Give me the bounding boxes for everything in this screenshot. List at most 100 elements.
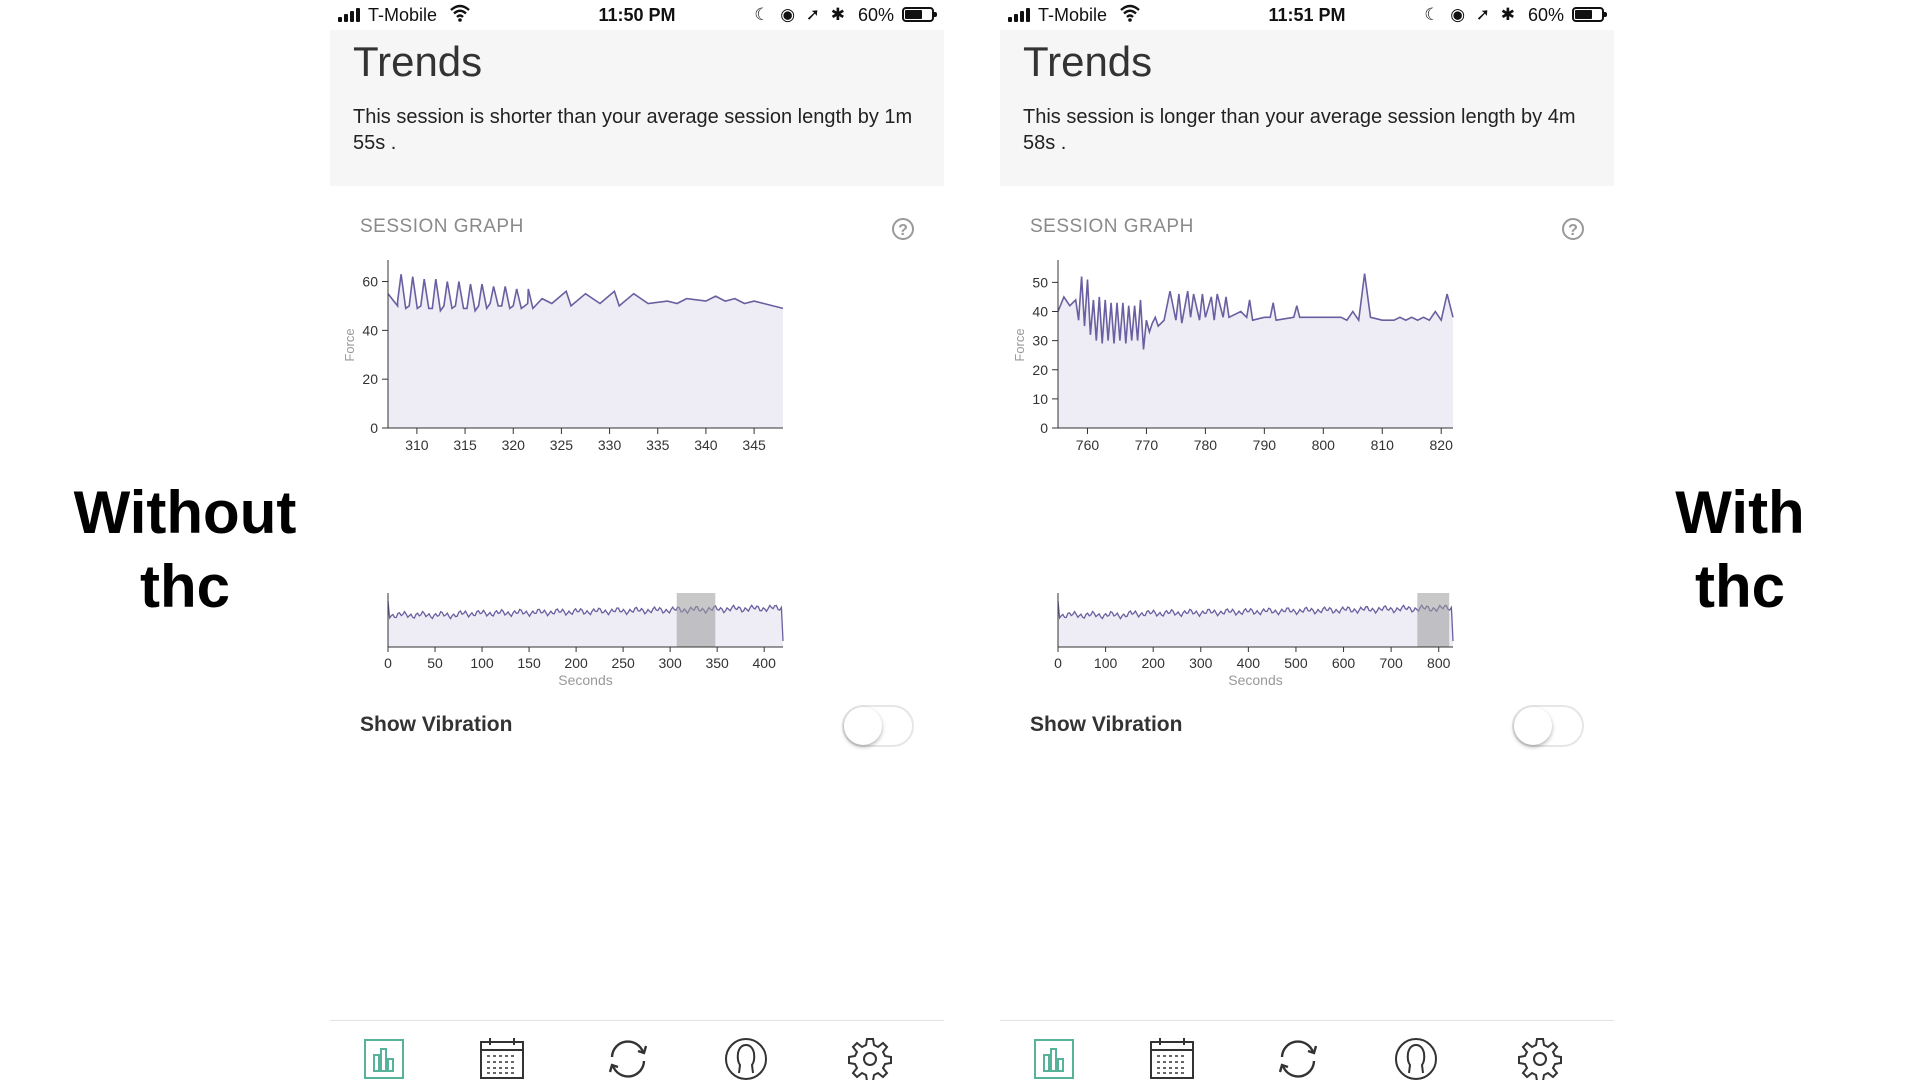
x-tick-label: 310 <box>405 437 429 453</box>
label-without-line2: thc <box>140 553 230 620</box>
label-without-line1: Without <box>73 479 297 546</box>
show-vibration-label: Show Vibration <box>360 713 513 736</box>
nav-x-tick-label: 100 <box>1094 655 1118 671</box>
nav-x-tick-label: 300 <box>1189 655 1213 671</box>
calendar-icon <box>1150 1038 1194 1079</box>
selection-window <box>676 593 716 647</box>
tab-settings[interactable] <box>846 1035 894 1080</box>
x-tick-label: 800 <box>1312 437 1336 453</box>
battery-icon <box>1572 7 1607 22</box>
nav-x-tick-label: 0 <box>1054 655 1062 671</box>
tab-trends[interactable] <box>360 1035 408 1080</box>
nav-x-tick-label: 50 <box>427 655 443 671</box>
session-comparison-text: This session is longer than your average… <box>1023 106 1576 154</box>
label-with-thc: With thc <box>1620 476 1860 624</box>
y-tick-label: 40 <box>1032 304 1048 320</box>
y-axis-label: Force <box>1012 328 1027 361</box>
battery-percent: 60% <box>857 5 894 25</box>
nav-x-tick-label: 200 <box>1142 655 1166 671</box>
show-vibration-toggle[interactable] <box>842 705 914 747</box>
nav-x-tick-label: 200 <box>564 655 588 671</box>
overview-area <box>1058 601 1453 647</box>
x-tick-label: 810 <box>1371 437 1395 453</box>
tab-sync[interactable] <box>1274 1035 1322 1080</box>
session-navigator[interactable]: 0 50 100 150 200 250 300 350 400 Seconds <box>330 585 944 695</box>
section-title: SESSION GRAPH <box>1030 216 1194 237</box>
tab-trends[interactable] <box>1030 1035 1078 1080</box>
nav-x-tick-label: 350 <box>705 655 729 671</box>
phone-screenshot-with: T-Mobile 11:51 PM ☾ ◉ ➚ ✱ 60% Trends Thi… <box>1000 0 1614 1080</box>
help-icon[interactable]: ? <box>892 218 914 240</box>
nav-x-tick-label: 150 <box>517 655 541 671</box>
x-tick-label: 345 <box>742 437 766 453</box>
status-time: 11:51 PM <box>1268 5 1346 25</box>
y-tick-label: 40 <box>362 322 378 338</box>
y-tick-label: 50 <box>1032 274 1048 290</box>
x-tick-label: 315 <box>453 437 477 453</box>
label-without-thc: Without thc <box>60 476 310 624</box>
status-bar: T-Mobile 11:51 PM ☾ ◉ ➚ ✱ 60% <box>1000 0 1614 30</box>
page-title: Trends <box>353 38 483 85</box>
toggle-knob <box>844 707 882 745</box>
x-tick-label: 320 <box>502 437 526 453</box>
nav-x-tick-label: 500 <box>1284 655 1308 671</box>
nav-x-tick-label: 700 <box>1379 655 1403 671</box>
battery-icon <box>902 7 937 22</box>
force-area <box>388 274 783 428</box>
y-tick-label: 60 <box>362 274 378 290</box>
status-bar: T-Mobile 11:50 PM ☾ ◉ ➚ ✱ 60% <box>330 0 944 30</box>
sync-icon <box>1278 1040 1318 1078</box>
show-vibration-toggle[interactable] <box>1512 705 1584 747</box>
x-tick-label: 325 <box>550 437 574 453</box>
y-tick-label: 30 <box>1032 333 1048 349</box>
status-icons: ☾ ◉ ➚ ✱ <box>754 5 848 24</box>
trends-header: Trends This session is longer than your … <box>1000 30 1614 186</box>
nav-x-tick-label: 250 <box>611 655 635 671</box>
y-tick-label: 0 <box>370 420 378 436</box>
tab-settings[interactable] <box>1516 1035 1564 1080</box>
session-graph[interactable]: 0 20 40 60 310 315 320 325 330 335 340 345 Force <box>330 250 944 570</box>
nav-x-tick-label: 300 <box>658 655 682 671</box>
toggle-knob <box>1514 707 1552 745</box>
session-navigator[interactable]: 0 100 200 300 400 500 600 700 800 Seconds <box>1000 585 1614 695</box>
y-tick-label: 10 <box>1032 391 1048 407</box>
bar-chart-icon <box>1034 1039 1074 1079</box>
status-time: 11:50 PM <box>598 5 676 25</box>
help-icon[interactable]: ? <box>1562 218 1584 240</box>
label-with-line1: With <box>1675 479 1805 546</box>
label-with-line2: thc <box>1695 553 1785 620</box>
page-title: Trends <box>1023 38 1153 85</box>
tab-calendar[interactable] <box>478 1035 526 1080</box>
battery-percent: 60% <box>1527 5 1564 25</box>
nav-x-tick-label: 0 <box>384 655 392 671</box>
force-area <box>1058 273 1453 428</box>
nav-x-axis-label: Seconds <box>558 672 612 688</box>
tab-sync[interactable] <box>604 1035 652 1080</box>
x-tick-label: 760 <box>1076 437 1100 453</box>
phone-screenshot-without: T-Mobile 11:50 PM ☾ ◉ ➚ ✱ 60% Trends Thi… <box>330 0 944 1080</box>
session-graph[interactable]: 0 10 20 30 40 50 760 770 780 790 800 810 820 Force <box>1000 250 1614 570</box>
y-tick-label: 20 <box>362 371 378 387</box>
nav-x-tick-label: 400 <box>1237 655 1261 671</box>
selection-window <box>1417 593 1450 647</box>
bar-chart-icon <box>364 1039 404 1079</box>
nav-x-tick-label: 800 <box>1427 655 1451 671</box>
x-tick-label: 340 <box>694 437 718 453</box>
x-tick-label: 335 <box>646 437 670 453</box>
status-icons: ☾ ◉ ➚ ✱ <box>1424 5 1518 24</box>
gear-icon <box>1518 1038 1562 1080</box>
gear-icon <box>848 1038 892 1080</box>
section-title: SESSION GRAPH <box>360 216 524 237</box>
y-axis-label: Force <box>342 328 357 361</box>
tab-profile[interactable] <box>722 1035 770 1080</box>
nav-x-tick-label: 400 <box>753 655 777 671</box>
tab-calendar[interactable] <box>1148 1035 1196 1080</box>
x-tick-label: 790 <box>1253 437 1277 453</box>
profile-icon <box>725 1038 767 1080</box>
tab-profile[interactable] <box>1392 1035 1440 1080</box>
nav-x-tick-label: 600 <box>1332 655 1356 671</box>
y-tick-label: 0 <box>1040 420 1048 436</box>
session-comparison-text: This session is shorter than your averag… <box>353 106 913 154</box>
x-tick-label: 780 <box>1194 437 1218 453</box>
sync-icon <box>608 1040 648 1078</box>
